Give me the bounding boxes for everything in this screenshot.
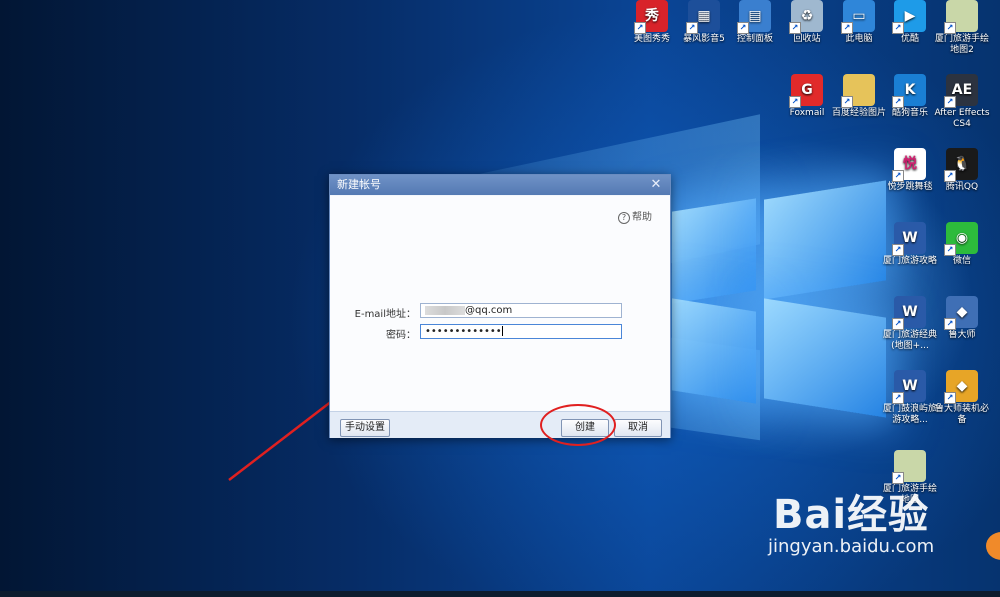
- help-icon: ?: [618, 212, 630, 224]
- desktop-icon-label: 悦步跳舞毯: [887, 182, 933, 192]
- desktop-icon-meitu[interactable]: 秀 ↗ 美图秀秀: [622, 0, 682, 45]
- shortcut-arrow-icon: ↗: [944, 392, 956, 404]
- windows-logo-pane: [764, 180, 886, 300]
- shortcut-arrow-icon: ↗: [892, 170, 904, 182]
- yuebu-icon: 悦 ↗: [892, 148, 926, 182]
- desktop-icon-ae[interactable]: AE ↗ After Effects CS4: [932, 74, 992, 130]
- shortcut-arrow-icon: ↗: [892, 244, 904, 256]
- desktop-icon-label: Foxmail: [789, 108, 825, 118]
- after-effects-icon: AE ↗: [944, 74, 978, 108]
- shortcut-arrow-icon: ↗: [944, 96, 956, 108]
- shortcut-arrow-icon: ↗: [944, 318, 956, 330]
- dialog-title: 新建帐号: [337, 178, 381, 191]
- desktop-icon-foxmail[interactable]: G ↗ Foxmail: [777, 74, 837, 119]
- shortcut-arrow-icon: ↗: [789, 96, 801, 108]
- desktop-icon-control[interactable]: ▤ ↗ 控制面板: [725, 0, 785, 45]
- desktop-icon-ludashi-bi[interactable]: ◆ ↗ 鲁大师装机必备: [932, 370, 992, 426]
- desktop-icon-label: After Effects CS4: [934, 108, 990, 129]
- shortcut-arrow-icon: ↗: [944, 22, 956, 34]
- desktop-icon-label: 回收站: [793, 34, 821, 44]
- cancel-button[interactable]: 取消: [614, 419, 662, 437]
- ludashi-icon: ◆ ↗: [944, 296, 978, 330]
- recycle-bin-icon: ♻ ↗: [789, 0, 823, 34]
- dialog-content: ? 帮助 E-mail地址： @qq.com 密码： •••••••••••••: [330, 196, 670, 411]
- folder-icon: ↗: [841, 74, 875, 108]
- desktop-icon-wechat[interactable]: ◉ ↗ 微信: [932, 222, 992, 267]
- desktop-icon-youku[interactable]: ▶ ↗ 优酷: [880, 0, 940, 45]
- desktop-icon-ludashi[interactable]: ◆ ↗ 鲁大师: [932, 296, 992, 341]
- redacted-username: [425, 305, 465, 315]
- taskbar[interactable]: [0, 591, 1000, 597]
- kugou-icon: K ↗: [892, 74, 926, 108]
- email-label: E-mail地址：: [354, 309, 416, 320]
- desktop-icon-qq[interactable]: 🐧 ↗ 腾讯QQ: [932, 148, 992, 193]
- foxmail-icon: G ↗: [789, 74, 823, 108]
- map-image-icon: ↗: [892, 450, 926, 484]
- desktop-icon-doc1[interactable]: W ↗ 厦门旅游攻略: [880, 222, 940, 267]
- close-icon[interactable]: ✕: [648, 175, 664, 195]
- computer-icon: ▭ ↗: [841, 0, 875, 34]
- text-cursor: [501, 326, 503, 336]
- shortcut-arrow-icon: ↗: [841, 22, 853, 34]
- ludashi-install-icon: ◆ ↗: [944, 370, 978, 404]
- desktop-icon-label: 鲁大师装机必备: [934, 404, 989, 425]
- desktop-icon-label: 酷狗音乐: [891, 108, 928, 118]
- word-doc-icon: W ↗: [892, 222, 926, 256]
- desktop-icon-label: 腾讯QQ: [945, 182, 979, 192]
- map-image-icon: ↗: [944, 0, 978, 34]
- qq-icon: 🐧 ↗: [944, 148, 978, 182]
- word-doc-icon: W ↗: [892, 370, 926, 404]
- shortcut-arrow-icon: ↗: [737, 22, 749, 34]
- watermark-url: jingyan.baidu.com: [768, 536, 935, 557]
- shortcut-arrow-icon: ↗: [892, 392, 904, 404]
- storm-player-icon: ▦ ↗: [686, 0, 720, 34]
- desktop-icon-label: 控制面板: [736, 34, 773, 44]
- meitu-icon: 秀 ↗: [634, 0, 668, 34]
- desktop-icon-doc2[interactable]: W ↗ 厦门旅游经典(地图+...: [880, 296, 940, 352]
- windows-logo-pane: [672, 198, 756, 304]
- desktop-icon-label: 厦门旅游手绘地图2: [934, 34, 989, 55]
- youku-icon: ▶ ↗: [892, 0, 926, 34]
- desktop-icon-kugou[interactable]: K ↗ 酷狗音乐: [880, 74, 940, 119]
- word-doc-icon: W ↗: [892, 296, 926, 330]
- new-account-dialog: 新建帐号 ✕ ? 帮助 E-mail地址： @qq.com 密码： •••••••…: [329, 174, 671, 438]
- shortcut-arrow-icon: ↗: [944, 244, 956, 256]
- baidu-watermark: Bai经验 jingyan.baidu.com: [768, 482, 934, 557]
- annotation-circle: [540, 404, 616, 446]
- windows-logo-pane: [672, 298, 756, 404]
- help-link[interactable]: ? 帮助: [618, 208, 652, 224]
- control-panel-icon: ▤ ↗: [737, 0, 771, 34]
- shortcut-arrow-icon: ↗: [892, 318, 904, 330]
- email-value: @qq.com: [465, 305, 513, 316]
- desktop-icon-label: 厦门旅游攻略: [882, 256, 937, 266]
- desktop-icon-doc3[interactable]: W ↗ 厦门鼓浪屿旅游攻略...: [880, 370, 940, 426]
- shortcut-arrow-icon: ↗: [892, 22, 904, 34]
- help-label: 帮助: [632, 212, 652, 223]
- desktop-icon-label: 厦门鼓浪屿旅游攻略...: [882, 404, 937, 425]
- wechat-icon: ◉ ↗: [944, 222, 978, 256]
- password-value: •••••••••••••: [425, 326, 502, 337]
- desktop-icon-label: 优酷: [900, 34, 919, 44]
- shortcut-arrow-icon: ↗: [634, 22, 646, 34]
- password-label: 密码：: [386, 330, 416, 341]
- password-field[interactable]: •••••••••••••: [420, 324, 622, 339]
- email-field[interactable]: @qq.com: [420, 303, 622, 318]
- desktop-icon-recycle[interactable]: ♻ ↗ 回收站: [777, 0, 837, 45]
- watermark-logo: Bai经验: [772, 492, 930, 538]
- shortcut-arrow-icon: ↗: [789, 22, 801, 34]
- dialog-footer: 手动设置 创建 取消: [330, 411, 670, 438]
- shortcut-arrow-icon: ↗: [892, 96, 904, 108]
- dialog-titlebar[interactable]: 新建帐号 ✕: [330, 175, 670, 195]
- shortcut-arrow-icon: ↗: [944, 170, 956, 182]
- shortcut-arrow-icon: ↗: [841, 96, 853, 108]
- desktop-icon-map2[interactable]: ↗ 厦门旅游手绘地图2: [932, 0, 992, 56]
- desktop-icon-label: 美图秀秀: [633, 34, 670, 44]
- windows-logo-pane: [764, 298, 886, 418]
- desktop-icon-label: 厦门旅游经典(地图+...: [882, 330, 937, 351]
- desktop-icon-yuebu[interactable]: 悦 ↗ 悦步跳舞毯: [880, 148, 940, 193]
- desktop-icon-label: 鲁大师: [948, 330, 976, 340]
- manual-setup-button[interactable]: 手动设置: [340, 419, 390, 437]
- shortcut-arrow-icon: ↗: [686, 22, 698, 34]
- desktop-icon-label: 微信: [952, 256, 971, 266]
